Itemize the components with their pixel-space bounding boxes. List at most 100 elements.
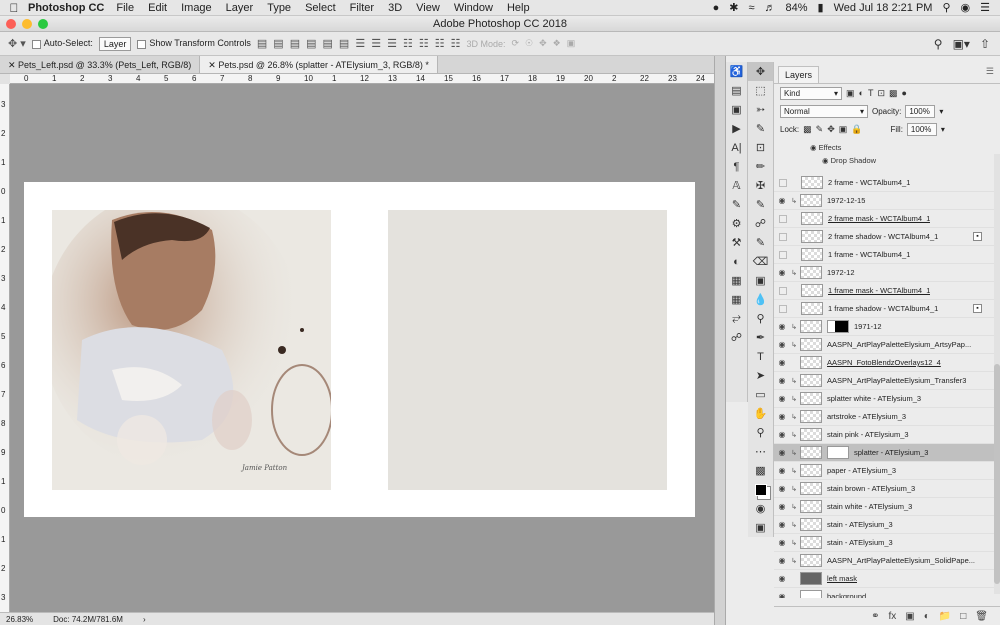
user-avatar-icon[interactable]: ◉ (961, 1, 971, 14)
styles-panel-icon[interactable]: ▦ (726, 271, 747, 290)
add-mask-icon[interactable]: ▣ (905, 611, 914, 622)
eye-icon[interactable]: ◉ (774, 430, 790, 439)
align-vcenter-icon[interactable]: ▤ (273, 37, 283, 50)
document-page[interactable]: Jamie Patton (24, 182, 695, 517)
layer-name[interactable]: left mask (827, 574, 857, 583)
layer-thumbnail[interactable] (800, 392, 822, 405)
layer-list[interactable]: 2 frame - WCTAlbum4_1 ◉ ↳ 1972-12-15 2 frame… (774, 174, 1000, 598)
3d-slide-icon[interactable]: ❖ (553, 38, 561, 49)
drop-shadow-row[interactable]: ◉ Drop Shadow (774, 154, 1000, 167)
eyedropper-tool-icon[interactable]: ✏ (748, 157, 773, 176)
layer-row[interactable]: 1 frame shadow - WCTAlbum4_1 ▪ (774, 300, 1000, 318)
layer-thumbnail[interactable] (801, 284, 823, 297)
crop-tool-icon[interactable]: ⊡ (748, 138, 773, 157)
properties-panel-icon[interactable]: ▤ (726, 81, 747, 100)
layer-thumbnail[interactable] (800, 194, 822, 207)
zoom-tool-icon[interactable]: ⚲ (748, 423, 773, 442)
distribute-top-icon[interactable]: ☰ (355, 37, 365, 50)
filter-kind-dropdown[interactable]: Kind ▾ (780, 86, 842, 100)
layer-thumbnail[interactable] (801, 176, 823, 189)
tab-pets[interactable]: ✕ Pets.psd @ 26.8% (splatter - ATElysium… (200, 56, 438, 73)
healing-brush-tool-icon[interactable]: ✠ (748, 176, 773, 195)
layer-thumbnail[interactable] (800, 500, 822, 513)
layer-row[interactable]: ◉ ↳ stain pink - ATElysium_3 (774, 426, 1000, 444)
eye-icon[interactable]: ◉ (774, 592, 790, 598)
menu-edit[interactable]: Edit (148, 2, 167, 14)
eye-icon[interactable]: ◉ (774, 538, 790, 547)
layer-name[interactable]: stain brown - ATElysium_3 (827, 484, 915, 493)
menu-select[interactable]: Select (305, 2, 336, 14)
chevron-down-icon[interactable]: ▾ (941, 125, 945, 134)
opacity-field[interactable]: 100% (905, 104, 936, 118)
eye-icon[interactable]: ◉ (774, 268, 790, 277)
menu-type[interactable]: Type (267, 2, 291, 14)
lock-position-icon[interactable]: ✥ (827, 124, 835, 135)
auto-align-icon[interactable]: ☷ (451, 37, 461, 50)
tab-pets-left[interactable]: ✕ Pets_Left.psd @ 33.3% (Pets_Left, RGB/… (0, 56, 201, 73)
eye-icon[interactable]: ◉ (774, 322, 790, 331)
3d-drag-icon[interactable]: ✥ (539, 38, 547, 49)
layers-tab[interactable]: Layers (778, 66, 820, 83)
layer-row[interactable]: ◉ AASPN_FotoBlendzOverlays12_4 (774, 354, 1000, 372)
menu-view[interactable]: View (416, 2, 440, 14)
menu-help[interactable]: Help (507, 2, 530, 14)
filter-adjustment-icon[interactable]: ◐ (859, 88, 864, 98)
eye-icon[interactable]: ◉ (774, 466, 790, 475)
app-menu[interactable]: Photoshop CC (28, 2, 104, 14)
new-group-icon[interactable]: 📁 (939, 611, 951, 622)
link-layers-icon[interactable]: ⚭ (871, 611, 879, 622)
layer-name[interactable]: AASPN_ArtPlayPaletteElysium_SolidPape... (827, 556, 975, 565)
wifi-icon[interactable]: ≈ (748, 2, 754, 14)
eye-icon[interactable]: ◉ (774, 376, 790, 385)
volume-icon[interactable]: ♬ (765, 2, 776, 14)
3d-roll-icon[interactable]: ☉ (525, 38, 533, 49)
layer-name[interactable]: AASPN_ArtPlayPaletteElysium_Transfer3 (827, 376, 966, 385)
photo-left-page[interactable]: Jamie Patton (52, 210, 331, 490)
eye-icon[interactable]: ◉ (774, 520, 790, 529)
effects-row[interactable]: ◉ Effects (774, 141, 1000, 154)
type-tool-icon[interactable]: T (748, 347, 773, 366)
vertical-ruler[interactable]: 3 2 1 0 1 2 3 4 5 6 7 8 9 1 0 1 2 3 (0, 84, 10, 612)
status-menu-arrow-icon[interactable]: › (143, 615, 146, 624)
eye-icon[interactable]: ◉ (774, 502, 790, 511)
menu-filter[interactable]: Filter (350, 2, 374, 14)
layer-thumbnail[interactable] (800, 482, 822, 495)
layer-name[interactable]: 1971-12 (854, 322, 882, 331)
distribute-right-icon[interactable]: ☷ (435, 37, 445, 50)
fill-field[interactable]: 100% (906, 122, 937, 136)
layer-thumbnail[interactable] (800, 266, 822, 279)
menu-layer[interactable]: Layer (226, 2, 254, 14)
visibility-toggle[interactable] (779, 250, 787, 259)
history-panel-icon[interactable]: ♿ (726, 62, 747, 81)
visibility-toggle[interactable] (779, 214, 787, 223)
align-bottom-icon[interactable]: ▤ (290, 37, 300, 50)
layer-thumbnail[interactable] (800, 518, 822, 531)
share-icon[interactable]: ⇧ (980, 37, 990, 51)
actions-panel-icon[interactable]: ▶ (726, 119, 747, 138)
pen-tool-icon[interactable]: ✒ (748, 328, 773, 347)
hand-tool-icon[interactable]: ✋ (748, 404, 773, 423)
canvas-area[interactable]: Jamie Patton (10, 84, 714, 612)
layer-row[interactable]: ◉ ↳ 1971-12 (774, 318, 1000, 336)
eye-icon[interactable]: ◉ (774, 574, 790, 583)
delete-layer-icon[interactable]: 🗑 (975, 611, 988, 622)
menu-image[interactable]: Image (181, 2, 212, 14)
layer-row[interactable]: ◉ ↳ stain brown - ATElysium_3 (774, 480, 1000, 498)
layer-row[interactable]: ◉ ↳ stain white - ATElysium_3 (774, 498, 1000, 516)
align-left-icon[interactable]: ▤ (306, 37, 316, 50)
eye-icon[interactable]: ◉ (810, 143, 817, 152)
layer-thumbnail[interactable] (800, 536, 822, 549)
layer-name[interactable]: paper - ATElysium_3 (827, 466, 896, 475)
brushes-panel-icon[interactable]: ✎ (726, 195, 747, 214)
layer-effects-badge-icon[interactable]: ▪ (973, 232, 982, 241)
search-icon[interactable]: ⚲ (934, 37, 943, 51)
notification-icon[interactable]: ☰ (980, 1, 990, 14)
layer-row[interactable]: ◉ ↳ splatter - ATElysium_3 (774, 444, 1000, 462)
layer-row[interactable]: ◉ ↳ stain - ATElysium_3 (774, 534, 1000, 552)
layer-mask-thumbnail[interactable] (827, 320, 849, 333)
layer-name[interactable]: stain - ATElysium_3 (827, 538, 893, 547)
brush-settings-icon[interactable]: ⚙ (726, 214, 747, 233)
path-select-tool-icon[interactable]: ➤ (748, 366, 773, 385)
layer-style-icon[interactable]: fx (889, 611, 897, 622)
layer-row[interactable]: 2 frame shadow - WCTAlbum4_1 ▪ (774, 228, 1000, 246)
